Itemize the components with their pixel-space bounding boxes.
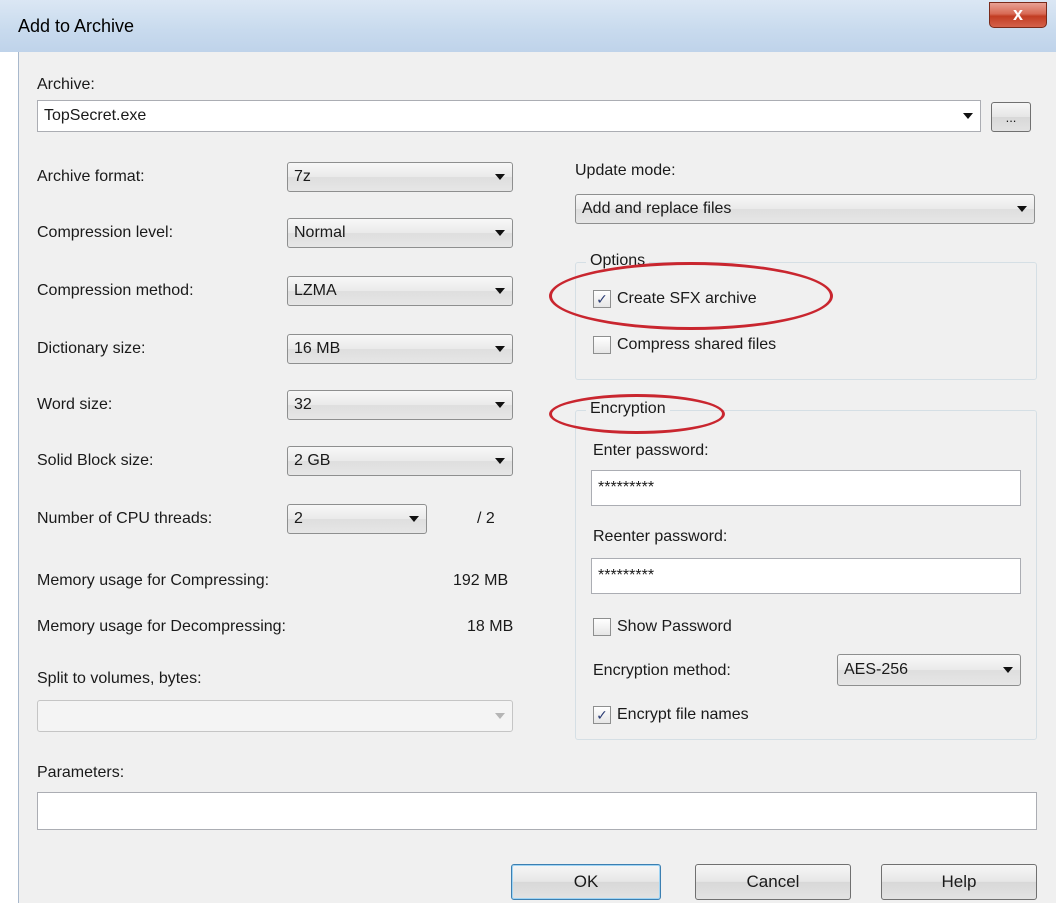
cancel-button[interactable]: Cancel xyxy=(695,864,851,900)
cpu-threads-total: / 2 xyxy=(477,510,495,527)
reenter-password-value: ********* xyxy=(598,567,655,584)
archive-format-value: 7z xyxy=(294,168,311,185)
word-size-combo[interactable]: 32 xyxy=(287,390,513,420)
dictionary-size-label: Dictionary size: xyxy=(37,340,146,357)
options-group: Options xyxy=(575,252,1037,380)
memory-decompressing-label: Memory usage for Decompressing: xyxy=(37,618,286,635)
encrypt-names-checkbox[interactable]: ✓ xyxy=(593,706,611,724)
update-mode-value: Add and replace files xyxy=(582,200,732,217)
memory-compressing-label: Memory usage for Compressing: xyxy=(37,572,270,589)
show-password-label: Show Password xyxy=(617,618,732,635)
encryption-legend: Encryption xyxy=(586,400,670,418)
enter-password-field[interactable]: ********* xyxy=(591,470,1021,506)
help-button[interactable]: Help xyxy=(881,864,1037,900)
show-password-checkbox[interactable] xyxy=(593,618,611,636)
chevron-down-icon xyxy=(409,516,419,522)
checkmark-icon: ✓ xyxy=(596,707,608,723)
dictionary-size-combo[interactable]: 16 MB xyxy=(287,334,513,364)
encrypt-names-label: Encrypt file names xyxy=(617,706,749,723)
close-button[interactable]: x xyxy=(989,2,1047,28)
dialog-body: Archive: TopSecret.exe ... Archive forma… xyxy=(18,52,1056,903)
enter-password-label: Enter password: xyxy=(593,442,709,459)
dictionary-size-value: 16 MB xyxy=(294,340,341,357)
create-sfx-label: Create SFX archive xyxy=(617,290,757,307)
memory-compressing-value: 192 MB xyxy=(453,572,509,589)
memory-decompressing-value: 18 MB xyxy=(467,618,514,635)
chevron-down-icon xyxy=(495,458,505,464)
archive-label: Archive: xyxy=(37,76,95,93)
split-volumes-combo[interactable] xyxy=(37,700,513,732)
compress-shared-checkbox[interactable] xyxy=(593,336,611,354)
cpu-threads-value: 2 xyxy=(294,510,303,527)
update-mode-label: Update mode: xyxy=(575,162,676,179)
cancel-button-label: Cancel xyxy=(746,872,800,891)
parameters-label: Parameters: xyxy=(37,764,125,781)
chevron-down-icon xyxy=(963,113,973,119)
solid-block-size-combo[interactable]: 2 GB xyxy=(287,446,513,476)
chevron-down-icon xyxy=(495,230,505,236)
window-title: Add to Archive xyxy=(18,16,135,36)
encryption-method-value: AES-256 xyxy=(844,661,909,678)
archive-format-combo[interactable]: 7z xyxy=(287,162,513,192)
compression-level-combo[interactable]: Normal xyxy=(287,218,513,248)
chevron-down-icon xyxy=(495,346,505,352)
chevron-down-icon xyxy=(495,288,505,294)
checkmark-icon: ✓ xyxy=(596,291,608,307)
create-sfx-checkbox[interactable]: ✓ xyxy=(593,290,611,308)
compression-method-label: Compression method: xyxy=(37,282,194,299)
close-icon: x xyxy=(1012,4,1023,24)
cpu-threads-combo[interactable]: 2 xyxy=(287,504,427,534)
parameters-field[interactable] xyxy=(37,792,1037,830)
chevron-down-icon xyxy=(495,174,505,180)
update-mode-combo[interactable]: Add and replace files xyxy=(575,194,1035,224)
compression-method-combo[interactable]: LZMA xyxy=(287,276,513,306)
compression-level-label: Compression level: xyxy=(37,224,174,241)
chevron-down-icon xyxy=(495,402,505,408)
help-button-label: Help xyxy=(941,872,977,891)
compress-shared-label: Compress shared files xyxy=(617,336,777,353)
archive-format-label: Archive format: xyxy=(37,168,145,185)
enter-password-value: ********* xyxy=(598,479,655,496)
cpu-threads-label: Number of CPU threads: xyxy=(37,510,213,527)
word-size-label: Word size: xyxy=(37,396,113,413)
reenter-password-field[interactable]: ********* xyxy=(591,558,1021,594)
browse-button[interactable]: ... xyxy=(991,102,1031,132)
archive-path-combo[interactable]: TopSecret.exe xyxy=(37,100,981,132)
chevron-down-icon xyxy=(1017,206,1027,212)
solid-block-size-value: 2 GB xyxy=(294,452,331,469)
archive-path-value: TopSecret.exe xyxy=(44,107,147,124)
ok-button[interactable]: OK xyxy=(511,864,661,900)
encryption-method-label: Encryption method: xyxy=(593,662,731,679)
compression-method-value: LZMA xyxy=(294,282,337,299)
solid-block-size-label: Solid Block size: xyxy=(37,452,154,469)
chevron-down-icon xyxy=(495,713,505,719)
title-bar: Add to Archive xyxy=(0,0,1056,52)
reenter-password-label: Reenter password: xyxy=(593,528,728,545)
ok-button-label: OK xyxy=(573,872,599,891)
options-legend: Options xyxy=(586,252,650,270)
chevron-down-icon xyxy=(1003,667,1013,673)
browse-button-label: ... xyxy=(1005,109,1017,125)
word-size-value: 32 xyxy=(294,396,312,413)
split-volumes-label: Split to volumes, bytes: xyxy=(37,670,202,687)
encryption-method-combo[interactable]: AES-256 xyxy=(837,654,1021,686)
compression-level-value: Normal xyxy=(294,224,346,241)
